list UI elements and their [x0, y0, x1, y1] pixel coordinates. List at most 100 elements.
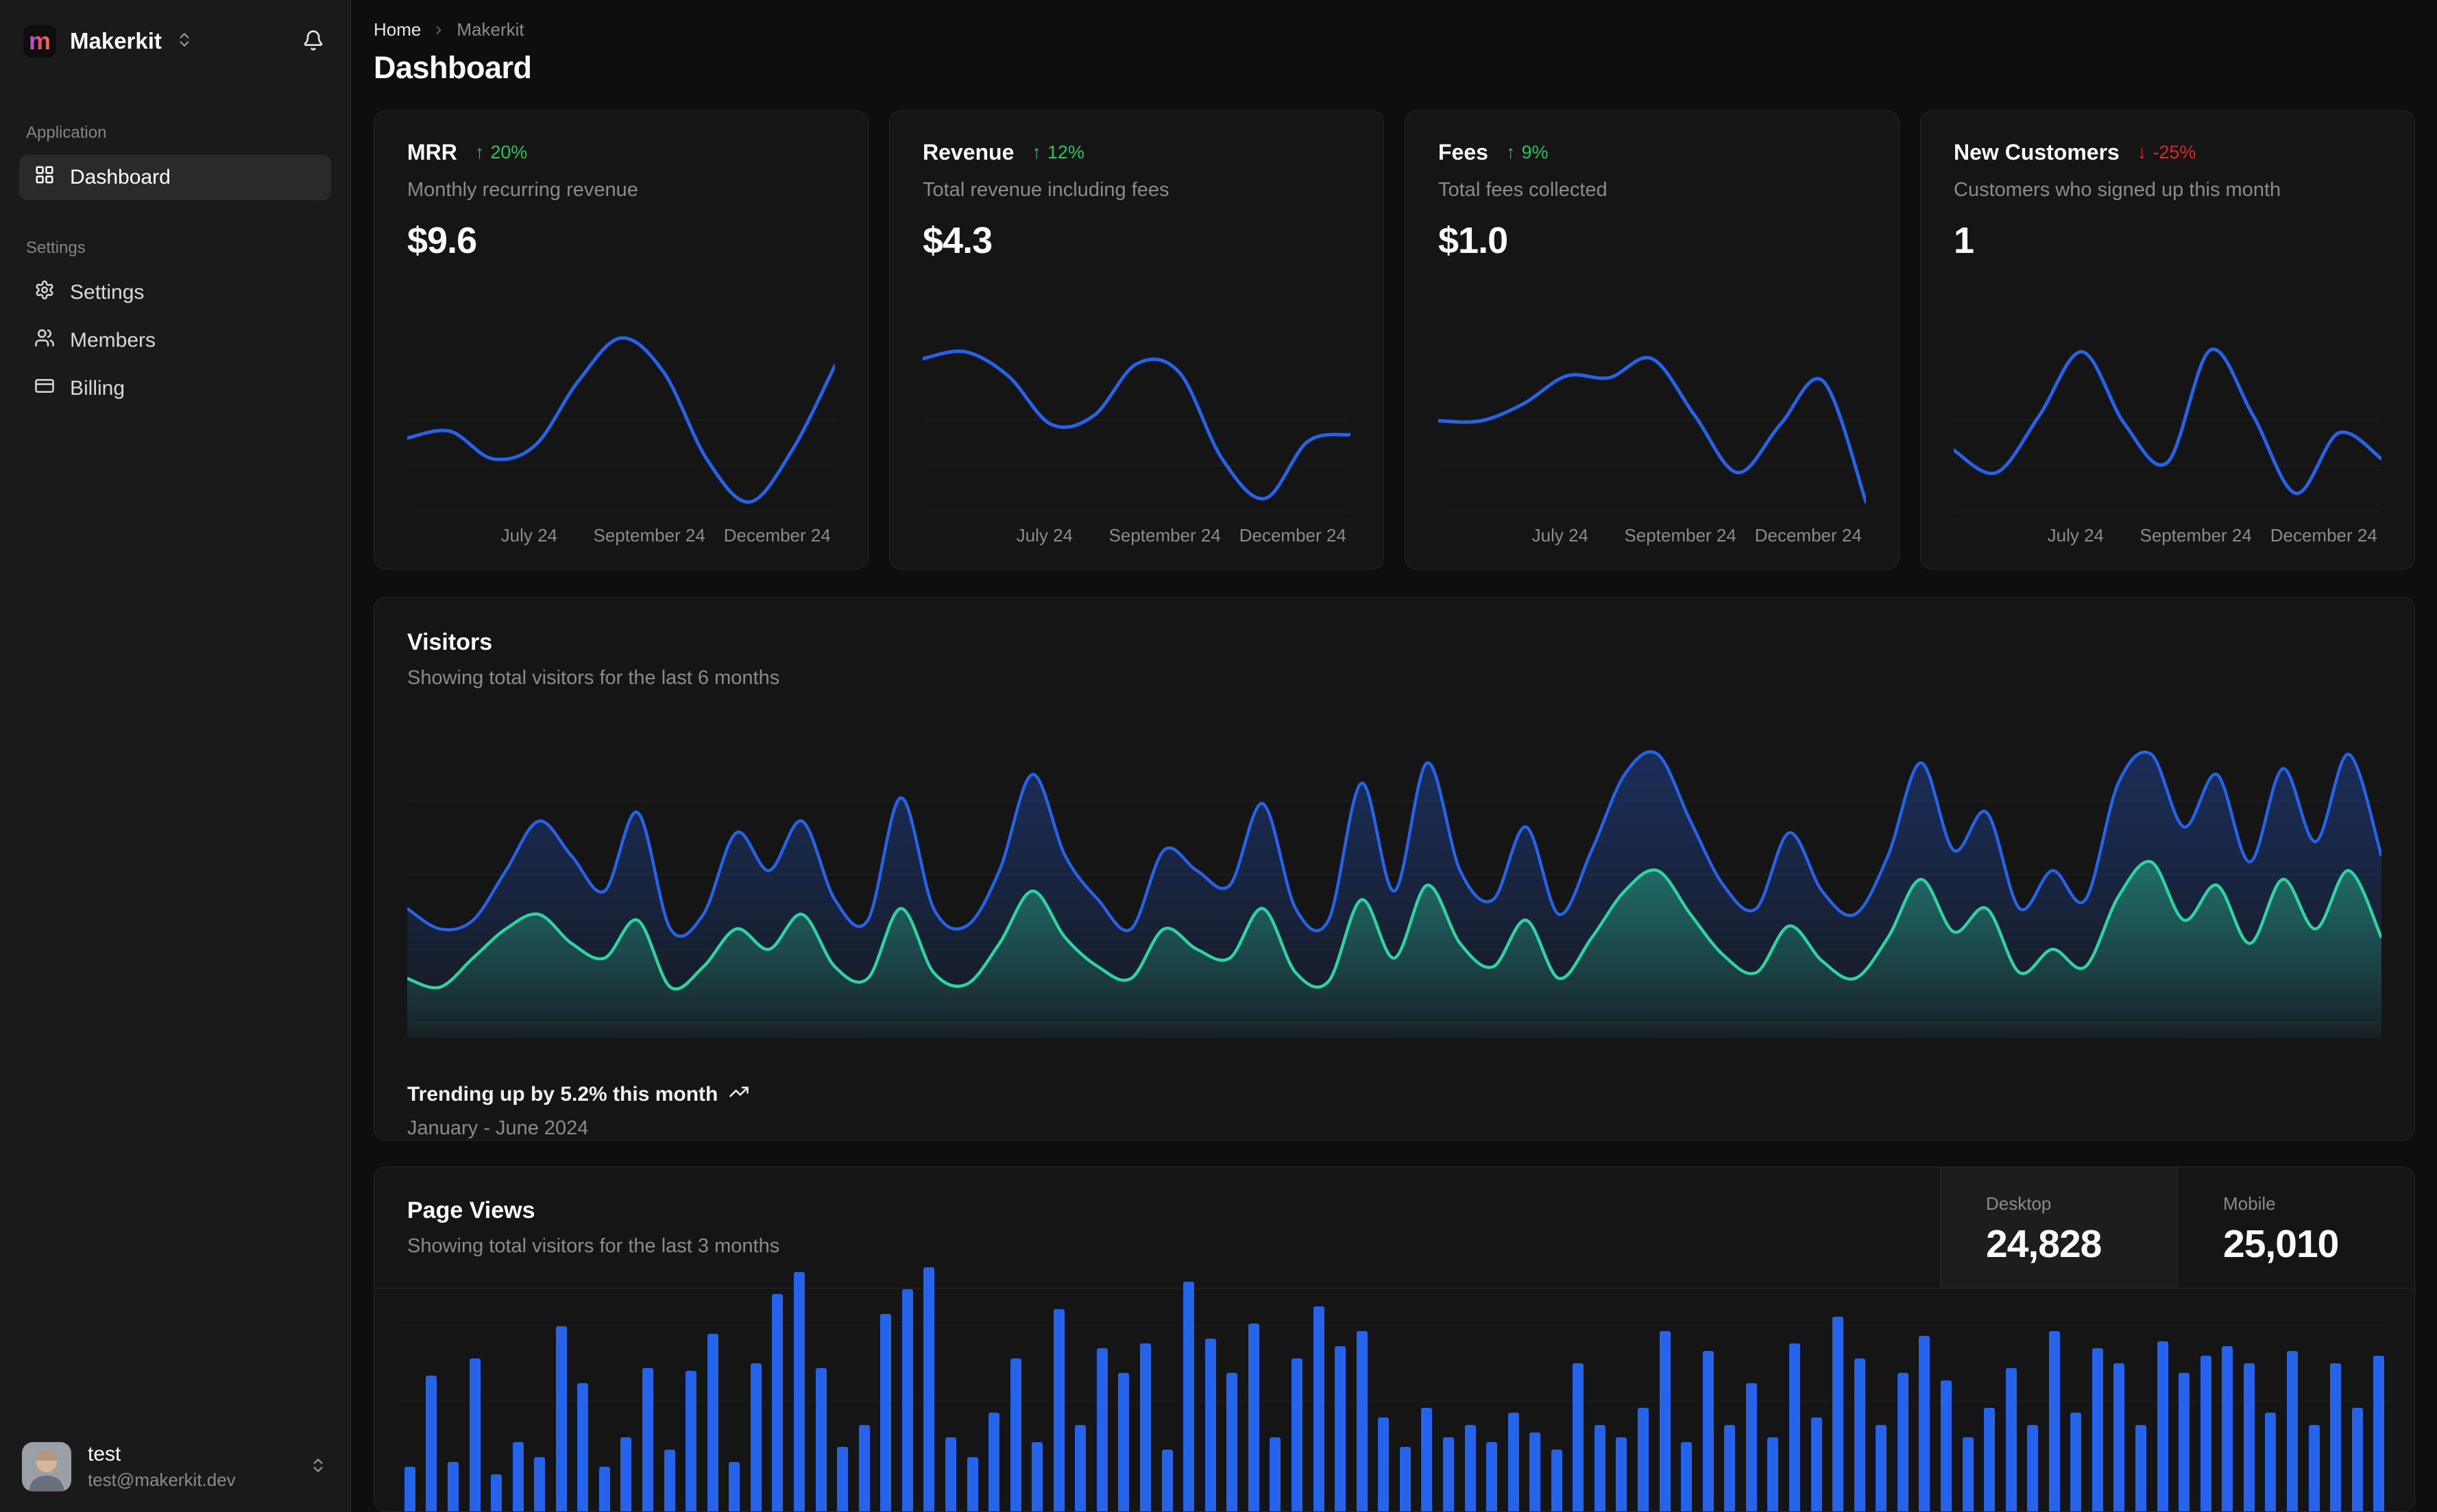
- trend-badge: ↓ -25%: [2137, 142, 2196, 162]
- page-views-bar: [469, 1358, 481, 1511]
- toggle-mobile[interactable]: Mobile 25,010: [2177, 1167, 2414, 1288]
- page-views-bar: [1876, 1425, 1887, 1511]
- stat-title: New Customers: [1954, 140, 2120, 164]
- breadcrumb-home-link[interactable]: Home: [374, 19, 421, 40]
- stat-title: MRR: [407, 140, 457, 164]
- gear-icon: [34, 280, 55, 306]
- page-views-bar: [2373, 1356, 2385, 1511]
- user-name: test: [88, 1443, 121, 1465]
- sidebar-item-label: Members: [70, 329, 156, 352]
- page-views-bar: [837, 1447, 849, 1511]
- page-views-bar: [512, 1442, 524, 1511]
- page-views-bar: [901, 1289, 913, 1511]
- page-views-subtitle: Showing total visitors for the last 3 mo…: [407, 1235, 780, 1257]
- page-views-bar: [2113, 1363, 2125, 1511]
- x-axis-labels: July 24 September 24 December 24: [500, 525, 831, 546]
- page-views-bar: [2351, 1408, 2363, 1511]
- page-views-bar: [1659, 1331, 1671, 1511]
- page-views-bar: [2070, 1413, 2082, 1511]
- page-views-bar: [1832, 1317, 1844, 1511]
- page-views-bar: [1551, 1450, 1562, 1511]
- page-views-bar-chart: [399, 1267, 2390, 1511]
- page-views-bar: [2265, 1413, 2277, 1511]
- trend-up-arrow-icon: ↑: [474, 142, 485, 162]
- toggle-desktop[interactable]: Desktop 24,828: [1940, 1167, 2177, 1288]
- stat-description: Customers who signed up this month: [1954, 179, 2281, 201]
- page-views-bar: [1745, 1383, 1757, 1511]
- page-views-bar: [815, 1368, 827, 1511]
- page-views-bar: [1616, 1437, 1627, 1511]
- page-views-bar: [555, 1326, 567, 1511]
- page-views-bar: [447, 1462, 459, 1511]
- page-views-bar: [2200, 1356, 2211, 1511]
- sidebar-item-label: Billing: [70, 377, 125, 400]
- workspace-switcher[interactable]: m Makerkit: [23, 25, 302, 58]
- nav-section-label-application: Application: [26, 123, 107, 142]
- mobile-total: 25,010: [2223, 1222, 2339, 1266]
- page-views-bar: [664, 1450, 675, 1511]
- page-views-bar: [2135, 1425, 2146, 1511]
- page-views-bar: [1702, 1351, 1714, 1511]
- chevrons-up-down-icon: [175, 31, 193, 52]
- page-views-bar: [577, 1383, 589, 1511]
- trend-badge: ↑ 20%: [474, 142, 528, 162]
- bell-icon: [302, 29, 324, 53]
- stat-card-mrr: MRR ↑ 20% Monthly recurring revenue $9.6: [374, 110, 869, 570]
- page-views-bar: [967, 1457, 978, 1511]
- page-views-bar: [1507, 1413, 1519, 1511]
- notifications-bell-button[interactable]: [302, 29, 324, 53]
- trend-up-arrow-icon: ↑: [1032, 142, 1041, 162]
- visitors-title: Visitors: [407, 629, 493, 655]
- x-axis-labels: July 24 September 24 December 24: [1016, 525, 1346, 546]
- page-views-bar: [2222, 1346, 2233, 1511]
- users-icon: [34, 328, 55, 354]
- page-views-bar: [1161, 1450, 1173, 1511]
- workspace-name: Makerkit: [70, 28, 162, 53]
- sidebar-item-settings[interactable]: Settings: [19, 270, 331, 315]
- page-views-bar: [2308, 1425, 2320, 1511]
- page-views-bar: [534, 1457, 546, 1511]
- sparkline-chart: July 24 September 24 December 24: [1954, 328, 2381, 548]
- sidebar-item-members[interactable]: Members: [19, 318, 331, 363]
- page-views-bar: [1897, 1373, 1908, 1511]
- sidebar-item-billing[interactable]: Billing: [19, 366, 331, 411]
- x-axis-labels: July 24 September 24 December 24: [1531, 525, 1862, 546]
- page-views-bar: [1270, 1437, 1281, 1511]
- desktop-total: 24,828: [1986, 1222, 2102, 1266]
- user-info: test test@makerkit.dev: [88, 1443, 236, 1491]
- stat-cards-row: MRR ↑ 20% Monthly recurring revenue $9.6: [374, 110, 2415, 570]
- visitors-trend-line: Trending up by 5.2% this month: [407, 1082, 2381, 1108]
- page-views-bar: [1140, 1343, 1151, 1511]
- page-views-bar: [620, 1437, 632, 1511]
- page-views-bar: [772, 1294, 784, 1511]
- sidebar-item-dashboard[interactable]: Dashboard: [19, 155, 331, 200]
- page-views-bar: [729, 1462, 740, 1511]
- page-views-bar: [1399, 1447, 1411, 1511]
- page-views-bar: [686, 1371, 697, 1511]
- stat-value: $4.3: [923, 220, 993, 261]
- page-views-bar: [1486, 1442, 1497, 1511]
- makerkit-logo: m: [23, 25, 56, 58]
- user-avatar: [22, 1442, 71, 1491]
- page-views-bar: [1919, 1336, 1930, 1511]
- page-views-bar: [491, 1474, 502, 1511]
- logo-m-glyph: m: [28, 27, 51, 55]
- x-axis-labels: July 24 September 24 December 24: [2047, 525, 2377, 546]
- page-views-bar: [945, 1437, 956, 1511]
- page-views-bar: [1854, 1358, 1865, 1511]
- page-views-bar: [1789, 1343, 1800, 1511]
- page-title: Dashboard: [374, 50, 532, 85]
- main-content: Home Makerkit Dashboard MRR ↑ 20% Monthl…: [351, 0, 2437, 1512]
- sidebar: m Makerkit Application Dashboard Setting…: [0, 0, 351, 1512]
- user-email: test@makerkit.dev: [88, 1470, 236, 1490]
- trend-up-arrow-icon: ↑: [1505, 142, 1516, 162]
- visitors-subtitle: Showing total visitors for the last 6 mo…: [407, 667, 780, 689]
- sparkline-chart: July 24 September 24 December 24: [923, 328, 1350, 548]
- page-views-bar: [1767, 1437, 1779, 1511]
- breadcrumb-current: Makerkit: [457, 19, 524, 40]
- page-views-bar: [1442, 1437, 1454, 1511]
- page-views-bar: [1638, 1408, 1649, 1511]
- app-root: m Makerkit Application Dashboard Setting…: [0, 0, 2437, 1512]
- user-menu[interactable]: test test@makerkit.dev: [0, 1426, 350, 1512]
- page-views-bar: [2330, 1363, 2342, 1511]
